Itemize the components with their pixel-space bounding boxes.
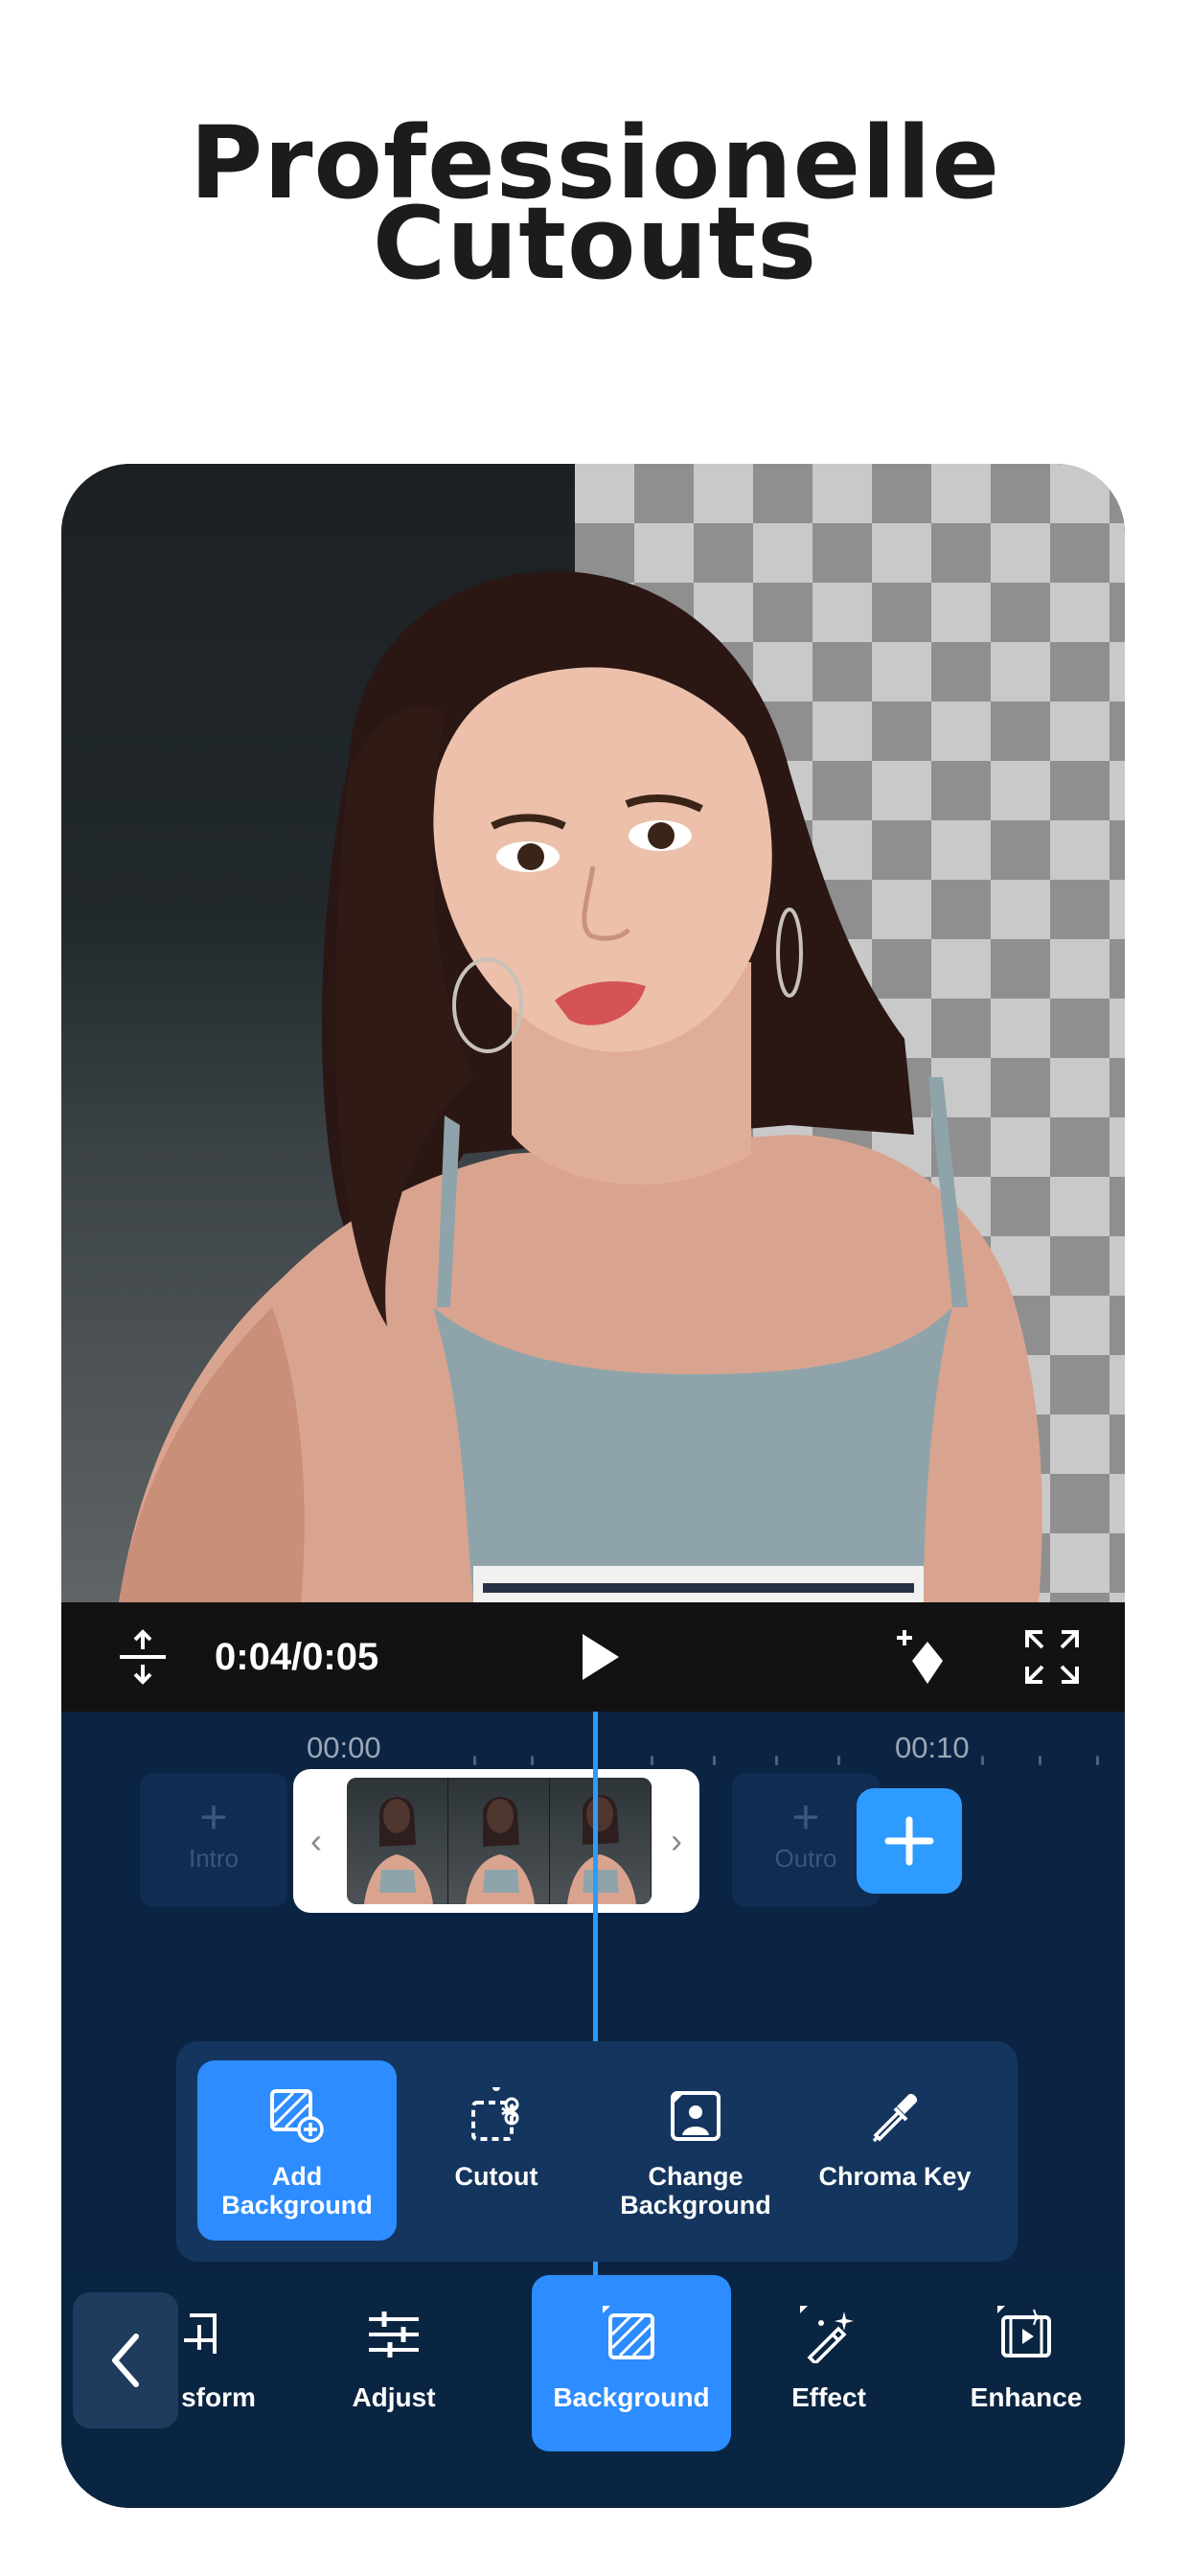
video-clip[interactable]: ‹ › bbox=[293, 1769, 699, 1913]
clip-thumbnail bbox=[550, 1778, 652, 1904]
chroma-key-label: Chroma Key bbox=[818, 2162, 972, 2191]
tool-enhance[interactable]: Enhance bbox=[927, 2275, 1125, 2451]
headline-line-2: Cutouts bbox=[372, 185, 818, 302]
change-background-button[interactable]: Change Background bbox=[596, 2060, 795, 2241]
timecode: 0:04/0:05 bbox=[215, 1636, 379, 1678]
tool-effect-label: Effect bbox=[791, 2382, 866, 2412]
clip-thumbnails bbox=[347, 1778, 652, 1904]
intro-plus-icon: + bbox=[199, 1790, 228, 1844]
ruler-tick bbox=[981, 1756, 984, 1765]
cutout-label: Cutout bbox=[454, 2162, 538, 2191]
play-icon[interactable] bbox=[569, 1628, 627, 1686]
clip-thumbnail bbox=[347, 1778, 448, 1904]
cutout-button[interactable]: Cutout bbox=[397, 2060, 596, 2241]
ruler-tick bbox=[837, 1756, 840, 1765]
tool-adjust-label: Adjust bbox=[352, 2382, 436, 2412]
clip-trim-right-handle[interactable]: › bbox=[671, 1769, 682, 1913]
keyframe-add-icon[interactable] bbox=[895, 1628, 952, 1686]
ruler-tick bbox=[1096, 1756, 1099, 1765]
magic-wand-icon bbox=[800, 2306, 854, 2363]
add-background-icon bbox=[270, 2089, 324, 2143]
background-icon bbox=[603, 2306, 654, 2359]
player-controls: 0:04/0:05 bbox=[61, 1602, 1125, 1712]
person-cutout bbox=[119, 570, 1042, 1602]
ruler-tick bbox=[651, 1756, 653, 1765]
tool-effect[interactable]: Effect bbox=[729, 2275, 928, 2451]
chroma-key-button[interactable]: Chroma Key bbox=[795, 2060, 995, 2241]
video-preview[interactable] bbox=[61, 464, 1125, 1602]
ruler-label-end: 00:10 bbox=[895, 1731, 970, 1764]
fullscreen-icon[interactable] bbox=[1023, 1628, 1081, 1686]
tool-adjust[interactable]: Adjust bbox=[294, 2275, 493, 2451]
ruler-tick bbox=[713, 1756, 716, 1765]
tool-enhance-label: Enhance bbox=[970, 2382, 1083, 2412]
change-background-icon bbox=[671, 2091, 721, 2141]
headline: Professionelle Cutouts bbox=[0, 113, 1190, 302]
add-background-button[interactable]: Add Background bbox=[197, 2060, 397, 2241]
add-clip-button[interactable] bbox=[857, 1788, 962, 1894]
ruler-tick bbox=[1039, 1756, 1041, 1765]
intro-label: Intro bbox=[188, 1844, 240, 1873]
tool-transform[interactable]: sform bbox=[100, 2275, 299, 2451]
sliders-icon bbox=[369, 2312, 419, 2358]
background-submenu: Add Background Cutout Change Background bbox=[176, 2041, 1018, 2262]
ruler-tick bbox=[473, 1756, 476, 1765]
app-screen: 0:04/0:05 00:00 00:10 + Intro ‹ › + Outr… bbox=[61, 464, 1125, 2508]
add-background-label: Add Background bbox=[221, 2162, 373, 2220]
tool-background-label: Background bbox=[553, 2382, 710, 2412]
ruler-tick bbox=[531, 1756, 534, 1765]
ruler-label-start: 00:00 bbox=[307, 1731, 381, 1764]
change-background-label: Change Background bbox=[620, 2162, 771, 2220]
intro-slot[interactable]: + Intro bbox=[140, 1773, 287, 1907]
eyedropper-icon bbox=[872, 2093, 918, 2143]
clip-trim-left-handle[interactable]: ‹ bbox=[310, 1769, 322, 1913]
plus-icon bbox=[884, 1816, 934, 1866]
split-height-icon[interactable] bbox=[114, 1628, 172, 1686]
clip-thumbnail bbox=[448, 1778, 550, 1904]
tool-background[interactable]: Background bbox=[532, 2275, 731, 2451]
cutout-icon bbox=[471, 2087, 519, 2141]
tool-transform-label: sform bbox=[181, 2382, 256, 2412]
enhance-icon bbox=[997, 2306, 1051, 2358]
bottom-toolbar: sform Adjust Background Effect Enhance bbox=[61, 2275, 1125, 2508]
transform-icon bbox=[184, 2313, 217, 2354]
ruler-tick bbox=[775, 1756, 778, 1765]
